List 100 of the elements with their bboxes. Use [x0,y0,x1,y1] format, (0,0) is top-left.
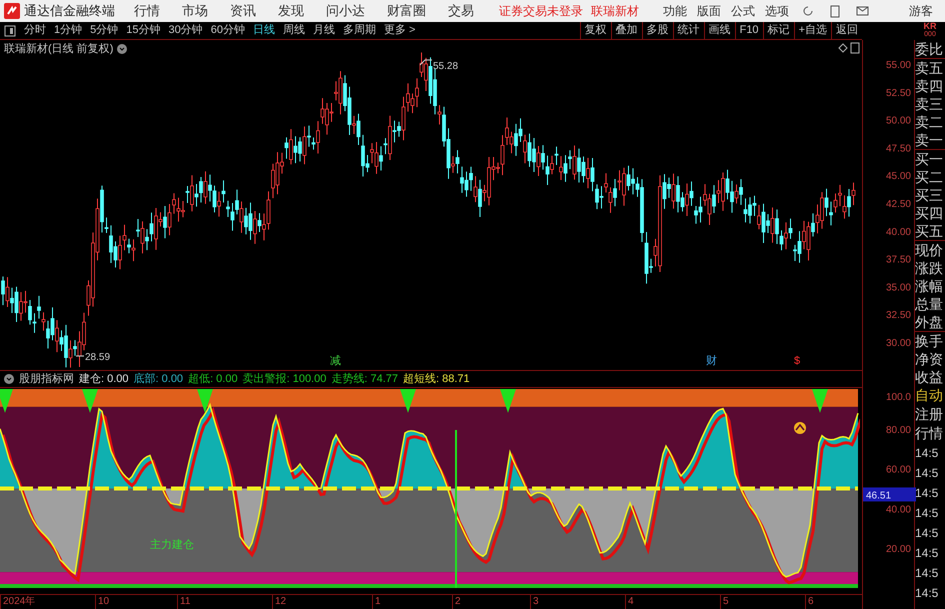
toolbar-button[interactable]: +自选 [794,22,831,39]
period-tab[interactable]: 月线 [309,22,339,39]
toolbar-button[interactable]: 多股 [642,22,673,39]
event-marker[interactable]: 财 [706,355,717,367]
quote-label: 买三 [915,186,944,204]
event-marker[interactable]: 减 [330,355,341,367]
date-axis-label: 1 [372,595,381,609]
period-tab[interactable]: 周线 [279,22,309,39]
price-axis-label: 50.00 [886,116,911,127]
status-text: 证券交易未登录 [499,3,583,20]
menu-item[interactable]: 交易 [440,1,482,21]
signal-triangle [82,389,98,413]
toolbar-button[interactable]: 统计 [672,22,704,39]
menu-item[interactable]: 行情 [126,1,168,21]
menu-item[interactable]: 版面 [692,2,726,20]
period-tab[interactable]: 5分钟 [86,22,122,39]
tick-time: 14:5 [915,585,940,602]
stock-code: KR [924,22,936,31]
quote-label: 委比 [915,40,945,59]
toolbar-button[interactable]: 复权 [580,22,611,39]
sidebar-link[interactable]: 注册 [915,405,945,424]
menu-item[interactable]: 问小达 [318,1,373,21]
sidebar-link[interactable]: 自动 [915,386,945,405]
menu-item[interactable]: 财富圈 [379,1,434,21]
current-value-tag: 46.51 [863,487,916,502]
indicator-axis-label: 80.00 [886,424,911,436]
dropdown-icon[interactable] [117,44,128,54]
toolbar-button[interactable]: 叠加 [610,22,642,39]
toolbar-button[interactable]: 画线 [704,22,735,39]
period-tab[interactable]: 更多 > [380,22,420,39]
price-axis-label: 32.50 [886,310,911,322]
signal-triangle [500,389,516,413]
period-tab[interactable]: 多周期 [339,22,380,39]
menu-item[interactable]: 功能 [658,2,692,20]
refresh-icon[interactable] [802,5,814,17]
quote-label: 净资 [915,350,944,368]
price-axis-label: 30.00 [886,338,911,349]
indicator-axis-label: 20.00 [886,544,911,556]
tick-time: 14:5 [915,505,940,522]
window-toggle-icon[interactable] [850,42,860,54]
quote-label: 买四 [915,204,944,222]
sidebar-link[interactable]: 行情 [915,424,945,443]
price-axis-label: 47.50 [886,143,911,154]
legend-value: 超短线: 88.71 [403,372,470,387]
event-marker[interactable]: $ [794,355,800,367]
price-axis-label: 37.50 [886,254,911,266]
quote-label: 涨跌 [915,259,944,277]
period-tab[interactable]: 15分钟 [122,22,164,39]
legend-value: 卖出警报: 100.00 [242,372,326,387]
user-label[interactable]: 游客 [909,2,933,20]
menu-item[interactable]: 发现 [270,1,312,21]
period-tab[interactable]: 1分钟 [50,22,86,39]
quote-label: 涨幅 [915,277,944,295]
signal-triangle [812,389,828,413]
period-tab[interactable]: 日线 [249,22,279,39]
date-axis-label: 6 [805,595,814,609]
menu-item[interactable]: 选项 [760,2,794,20]
price-axis-label: 42.50 [886,199,911,210]
menu-item[interactable]: 资讯 [222,1,264,21]
period-tab[interactable]: 分时 [20,22,50,39]
menu-item[interactable]: 市场 [174,1,216,21]
date-axis-label: 12 [272,595,286,609]
quote-label: 卖四 [915,77,944,95]
indicator-axis-label: 100.0 [886,392,911,403]
toolbar-button[interactable]: F10 [734,22,763,39]
signal-triangle [0,389,13,413]
high-price-label: 55.28 [420,60,458,72]
signal-triangle [197,389,213,413]
date-axis-label: 4 [625,595,634,609]
toolbar-button[interactable]: 返回 [831,22,862,39]
quote-label: 外盘 [915,313,945,332]
period-tab[interactable]: 60分钟 [206,22,249,39]
mail-icon[interactable] [856,6,869,16]
app-logo-icon [4,3,20,19]
period-tab[interactable]: 30分钟 [164,22,207,39]
panel-toggle-icon[interactable] [4,24,16,36]
quote-label: 收益 [915,368,944,386]
quote-label: 卖五 [915,59,944,77]
date-axis-label: 10 [95,595,110,609]
chart-title: 联瑞新材(日线 前复权) [4,42,114,57]
quote-label: 卖二 [915,113,944,131]
indicator-axis-label: 40.00 [886,504,911,516]
signal-triangle [400,389,416,413]
quote-label: 卖一 [915,131,945,150]
legend-value: 底部: 0.00 [134,372,184,387]
menu-item[interactable]: 公式 [726,2,760,20]
indicator-axis-label: 60.00 [886,464,911,476]
quote-label: 卖三 [915,95,944,113]
quote-label: 现价 [915,241,944,259]
diamond-icon[interactable] [838,43,848,53]
date-axis-label: 3 [530,595,539,609]
tick-time: 14:5 [915,445,940,462]
tick-time: 14:5 [915,565,940,582]
legend-value: 超低: 0.00 [188,372,238,387]
dropdown-icon[interactable] [4,374,14,384]
toolbar-button[interactable]: 标记 [762,22,794,39]
quote-label: 换手 [915,332,944,350]
date-axis-label: 2 [452,595,461,609]
price-axis-label: 35.00 [886,282,911,294]
status-text: 联瑞新材 [591,3,639,20]
